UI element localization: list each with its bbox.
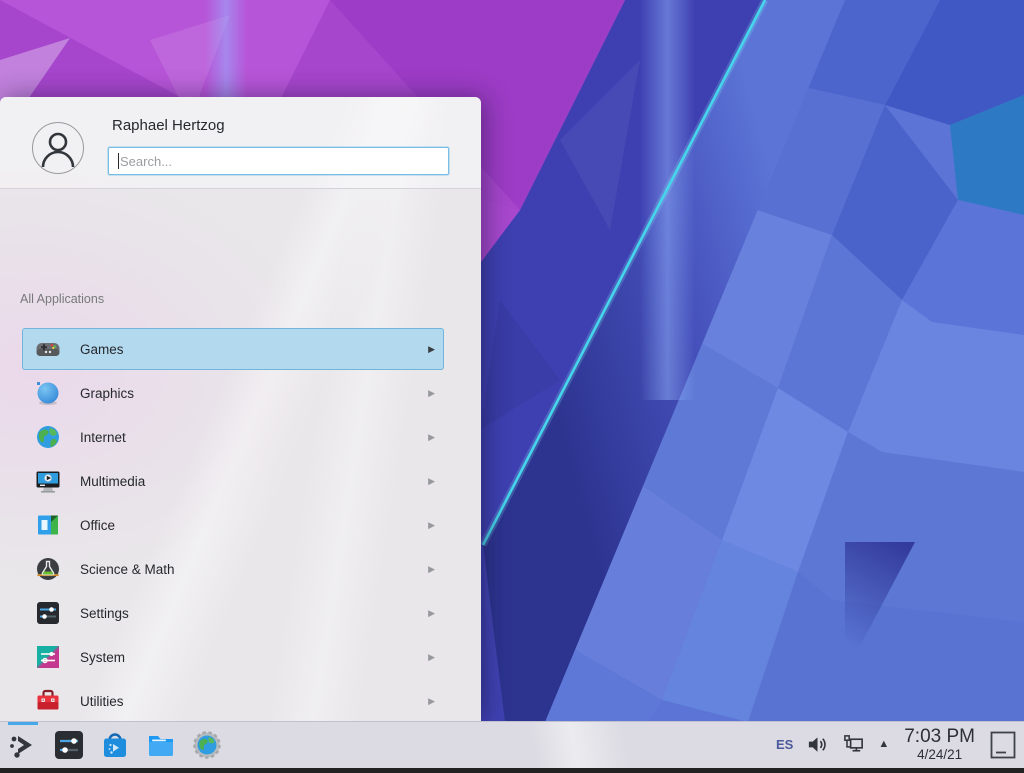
category-office[interactable]: Office ▶ <box>22 504 444 546</box>
tray-expand-icon[interactable]: ▲ <box>878 739 889 750</box>
application-launcher-button[interactable] <box>7 729 39 761</box>
category-multimedia[interactable]: Multimedia ▶ <box>22 460 444 502</box>
category-label: System <box>80 650 125 665</box>
sliders-dark-icon <box>35 600 61 626</box>
digital-clock[interactable]: 7:03 PM 4/24/21 <box>902 727 977 762</box>
launcher-open-indicator <box>8 722 38 725</box>
submenu-arrow-icon: ▶ <box>428 433 435 442</box>
category-label: Utilities <box>80 694 124 709</box>
category-graphics[interactable]: Graphics ▶ <box>22 372 444 414</box>
submenu-arrow-icon: ▶ <box>428 609 435 618</box>
category-internet[interactable]: Internet ▶ <box>22 416 444 458</box>
category-system[interactable]: System ▶ <box>22 636 444 678</box>
category-games[interactable]: Games ▶ <box>22 328 444 370</box>
volume-icon[interactable] <box>806 733 829 756</box>
category-list: Games ▶ Graphics ▶ Internet <box>0 328 481 722</box>
search-input[interactable] <box>108 147 449 175</box>
category-utilities[interactable]: Utilities ▶ <box>22 680 444 722</box>
user-avatar[interactable] <box>32 122 84 174</box>
category-label: Multimedia <box>80 474 145 489</box>
submenu-arrow-icon: ▶ <box>428 345 435 354</box>
application-launcher-popup: Raphael Hertzog All Applications Games ▶ <box>0 97 481 722</box>
category-label: Settings <box>80 606 129 621</box>
discover-icon <box>99 729 131 761</box>
section-label: All Applications <box>20 292 481 306</box>
submenu-arrow-icon: ▶ <box>428 653 435 662</box>
toolbox-icon <box>35 688 61 714</box>
network-icon[interactable] <box>842 733 865 756</box>
show-desktop-button[interactable] <box>990 731 1016 759</box>
file-manager-button[interactable] <box>145 729 177 761</box>
taskbar-panel: ES ▲ 7:03 PM 4/24/21 <box>0 721 1024 768</box>
folder-icon <box>145 729 177 761</box>
web-browser-button[interactable] <box>191 729 223 761</box>
category-label: Games <box>80 342 124 357</box>
category-label: Office <box>80 518 115 533</box>
submenu-arrow-icon: ▶ <box>428 697 435 706</box>
submenu-arrow-icon: ▶ <box>428 565 435 574</box>
category-label: Internet <box>80 430 126 445</box>
launcher-header: Raphael Hertzog <box>0 97 481 189</box>
flask-icon <box>35 556 61 582</box>
category-label: Graphics <box>80 386 134 401</box>
taskbar-app-icons <box>0 729 223 761</box>
discover-button[interactable] <box>99 729 131 761</box>
blue-sphere-icon <box>35 380 61 406</box>
search-field[interactable] <box>109 148 448 174</box>
submenu-arrow-icon: ▶ <box>428 521 435 530</box>
kde-launcher-icon <box>7 729 39 761</box>
clock-time: 7:03 PM <box>904 727 975 747</box>
user-name: Raphael Hertzog <box>112 117 225 134</box>
system-settings-icon <box>53 729 85 761</box>
category-settings[interactable]: Settings ▶ <box>22 592 444 634</box>
keyboard-layout-indicator[interactable]: ES <box>776 737 793 752</box>
clock-date: 4/24/21 <box>904 748 975 762</box>
system-tray: ES ▲ 7:03 PM 4/24/21 <box>776 727 1024 762</box>
browser-globe-icon <box>191 729 223 761</box>
gamepad-icon <box>35 336 61 362</box>
system-settings-button[interactable] <box>53 729 85 761</box>
sliders-color-icon <box>35 644 61 670</box>
submenu-arrow-icon: ▶ <box>428 477 435 486</box>
category-label: Science & Math <box>80 562 175 577</box>
globe-icon <box>35 424 61 450</box>
documents-icon <box>35 512 61 538</box>
monitor-play-icon <box>35 468 61 494</box>
submenu-arrow-icon: ▶ <box>428 389 435 398</box>
category-science-math[interactable]: Science & Math ▶ <box>22 548 444 590</box>
